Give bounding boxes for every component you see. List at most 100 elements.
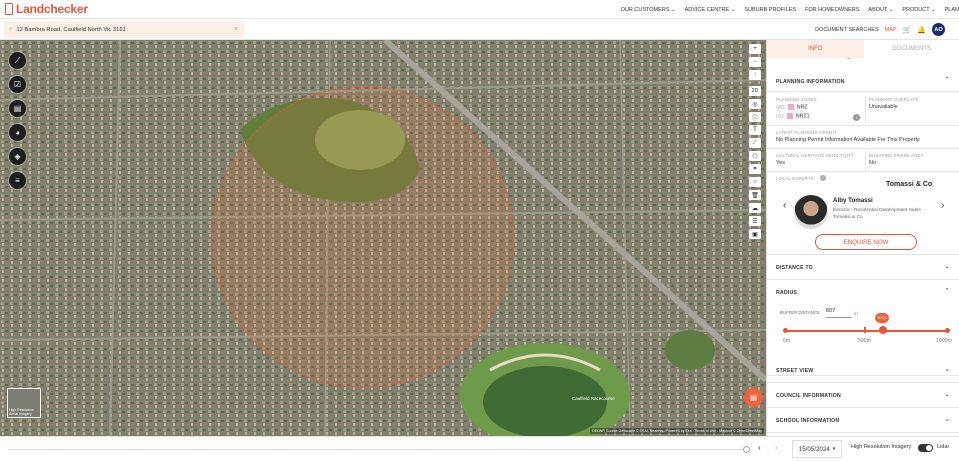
experts-info-icon[interactable]: i [820,175,826,181]
nav-advice-centre[interactable]: ADVICE CENTRE ⌄ [685,7,736,13]
chevron-down-icon: ⌄ [944,263,950,270]
clipboard-icon[interactable]: ▤ [9,100,26,117]
map-link[interactable]: MAP [885,27,897,33]
imagery-date-select[interactable]: 15/05/2024 ▾ [792,440,842,458]
address-search-input[interactable]: ⌕ 12 Bambra Road, Caulfield North Vic 31… [4,21,244,38]
clear-search-icon[interactable]: × [234,26,238,33]
nav-suburb-profiles[interactable]: SUBURB PROFILES [744,7,796,13]
check-icon[interactable]: ☑ [9,76,26,93]
lidar-toggle[interactable] [918,444,933,452]
list-icon[interactable]: ≡ [9,172,26,189]
palette-icon[interactable]: ◕ [9,124,26,141]
planning-overlays-value: Unavailable [869,104,898,110]
zone-code: LRZ [776,113,784,119]
radius-circle [212,86,514,388]
nav-plan[interactable]: PLAN [945,7,959,13]
racecourse-label: Caulfield Racecourse [572,396,615,401]
expert-title: Director - Residential Development Sales… [833,208,924,220]
zone-row: GRZ NRZ [776,104,808,110]
satellite-map[interactable]: Caulfield Racecourse ⟋ ☑ ▤ ◕ ◈ ≡ + − ↑ 2… [0,40,766,436]
radius-slider-handle[interactable] [879,326,887,334]
next-date-icon[interactable]: › [775,443,778,452]
imagery-minimap[interactable]: High Resolution Aerial Imagery [7,388,41,418]
search-bar-row: ⌕ 12 Bambra Road, Caulfield North Vic 31… [0,19,959,40]
zone-info-icon[interactable]: i [853,114,860,121]
search-icon: ⌕ [9,26,13,32]
panel-tabs: INFO DOCUMENTS [767,40,959,58]
imagery-date-value: 15/05/2024 [798,445,830,453]
text-tool-icon[interactable]: T [749,125,761,135]
cart-icon[interactable]: 🛒 [903,26,912,34]
distance-to-section-header[interactable]: DISTANCE TO ⌄ [767,255,959,280]
planning-permit-value: No Planning Permit Information Available… [776,137,920,143]
app-root: Landchecker OUR CUSTOMERS ⌄ ADVICE CENTR… [0,0,959,461]
header-actions: DOCUMENT SEARCHES MAP 🛒 🔔 AO [815,22,945,37]
slider-tick-mid: 500m [858,338,871,344]
ruler-icon[interactable]: ⟋ [9,52,26,69]
settings-sliders-icon[interactable]: ☰ [749,216,761,226]
divider [865,96,866,124]
chevron-right-icon[interactable]: › [941,200,944,211]
street-view-section-header[interactable]: STREET VIEW ⌄ [767,358,959,383]
street-view-title: STREET VIEW [776,368,814,374]
mode-2d-button[interactable]: 2D [749,86,761,96]
distance-to-title: DISTANCE TO [776,265,813,271]
circle-tool-icon[interactable]: ○ [749,177,761,187]
buffer-distance-label: BUFFER DISTANCE [780,310,820,315]
buffer-distance-unit: m [854,311,858,316]
tab-documents[interactable]: DOCUMENTS [864,40,959,58]
nav-for-homeowners[interactable]: FOR HOMEOWNERS [805,7,859,13]
map-left-controls: ⟋ ☑ ▤ ◕ ◈ ≡ [9,52,26,189]
lidar-label: Lidar [937,444,950,450]
radius-slider-end [945,328,950,333]
locate-icon[interactable]: ◎ [749,99,761,109]
nav-product[interactable]: PRODUCT ⌄ [902,7,935,13]
zone-swatch [787,104,794,110]
compass-icon[interactable]: ↑ [749,70,761,80]
timeline-handle[interactable] [743,446,750,453]
zoom-in-button[interactable]: + [749,44,761,54]
imagery-timeline-bar: ‹ › 15/05/2024 ▾ High Resolution Imagery… [0,436,959,461]
user-avatar[interactable]: AO [932,23,945,36]
planning-section-header[interactable]: PLANNING INFORMATION ⌃ [767,68,959,92]
report-button[interactable]: ▤ [744,388,763,407]
collapse-panel-icon[interactable]: › [767,242,770,254]
zone-row: LRZ NRZ1 [776,113,809,119]
layers-icon[interactable]: ◈ [9,148,26,165]
chevron-up-icon[interactable]: ⌃ [944,287,950,295]
image-layer-icon[interactable]: ▣ [749,229,761,239]
planning-title: PLANNING INFORMATION [776,79,845,85]
landchecker-logo[interactable]: Landchecker [5,2,88,16]
previous-date-icon[interactable]: ‹ [758,443,761,452]
bushfire-label: BUSHFIRE PRONE AREA [869,153,924,158]
measure-line-icon[interactable]: ⟋ [749,138,761,148]
shapes-icon[interactable]: ⌗ [749,164,761,174]
map-right-controls: + − ↑ 2D ◎ ⓘ T ⟋ ⬠ ⌗ ○ 🗑 ☁ ☰ ▣ [748,44,762,239]
cloud-icon[interactable]: ☁ [749,203,761,213]
council-section-header[interactable]: COUNCIL INFORMATION ⌄ [767,383,959,408]
expert-photo [794,195,828,229]
bell-icon[interactable]: 🔔 [917,26,926,34]
document-searches-link[interactable]: DOCUMENT SEARCHES [815,27,878,33]
zone-name[interactable]: NRZ [797,104,808,110]
draw-polygon-icon[interactable]: ⬠ [749,151,761,161]
logo-mark-icon [5,3,13,15]
timeline-track[interactable] [8,449,746,450]
council-title: COUNCIL INFORMATION [776,393,841,399]
zone-name[interactable]: NRZ1 [796,113,810,119]
local-experts-label: LOCAL EXPERTS [776,176,814,181]
buffer-distance-input[interactable]: 807 [826,308,852,318]
enquire-now-button[interactable]: ENQUIRE NOW [815,234,917,250]
chevron-left-icon[interactable]: ‹ [783,200,786,211]
tab-info[interactable]: INFO [767,40,864,58]
trash-icon[interactable]: 🗑 [749,190,761,200]
nav-about[interactable]: ABOUT ⌄ [868,7,893,13]
zoom-out-button[interactable]: − [749,57,761,67]
divider [767,148,959,149]
info-icon[interactable]: ⓘ [749,112,761,122]
nav-our-customers[interactable]: OUR CUSTOMERS ⌄ [621,7,676,13]
logo-text: Landchecker [16,2,88,16]
map-attribution[interactable]: DELWP, Source Geoscape © OSM, Nearmap Po… [590,428,764,434]
school-section-header[interactable]: SCHOOL INFORMATION ⌄ [767,408,959,433]
agency-logo: Tomassi & Co [886,181,933,188]
